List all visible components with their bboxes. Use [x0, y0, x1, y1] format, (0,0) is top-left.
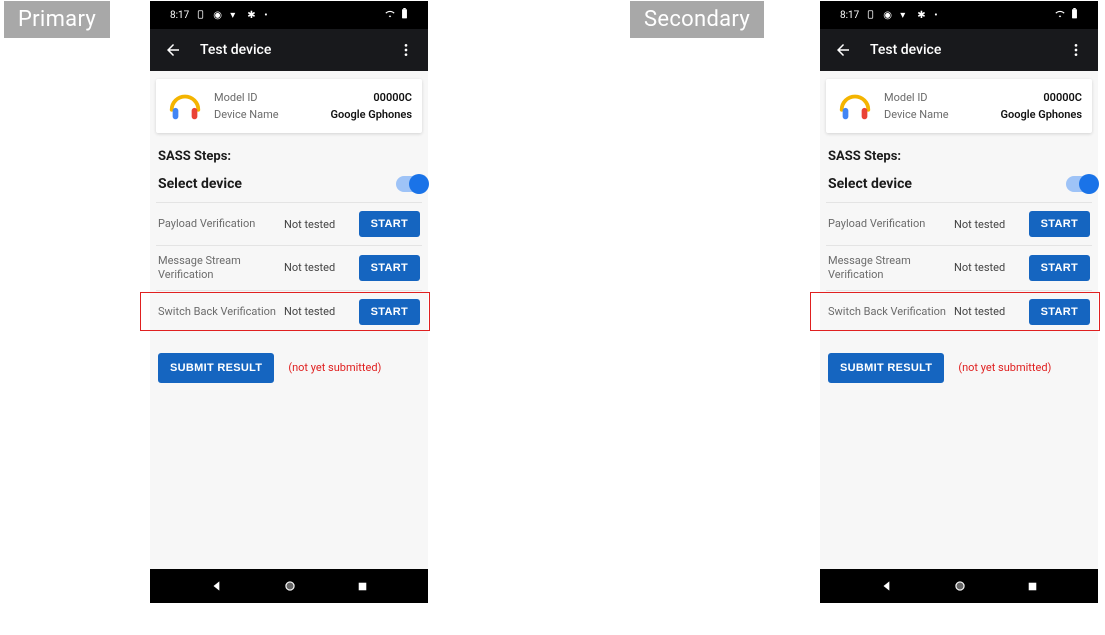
device-name-row: Device Name Google Gphones [214, 108, 412, 121]
secondary-label: Secondary [630, 1, 764, 38]
test-status: Not tested [954, 305, 1023, 318]
nav-recent-icon[interactable] [1026, 580, 1039, 593]
start-button[interactable]: START [1029, 255, 1090, 281]
device-name-label: Device Name [884, 108, 949, 121]
nav-recent-icon[interactable] [356, 580, 369, 593]
test-row-payload: Payload Verification Not tested START [826, 202, 1092, 245]
test-name: Payload Verification [828, 217, 948, 231]
device-card: Model ID 00000C Device Name Google Gphon… [156, 79, 422, 133]
back-icon[interactable] [834, 41, 852, 59]
status-time: 8:17 [840, 10, 859, 21]
test-status: Not tested [954, 218, 1023, 231]
test-status: Not tested [954, 261, 1023, 274]
more-icon[interactable] [398, 42, 414, 58]
model-id-label: Model ID [214, 91, 258, 104]
primary-label: Primary [4, 1, 110, 38]
test-status: Not tested [284, 261, 353, 274]
dot-icon: ◉ [883, 10, 893, 20]
signal-icon: ▾ [900, 10, 910, 20]
test-row-message-stream: Message Stream Verification Not tested S… [156, 245, 422, 290]
model-id-row: Model ID 00000C [884, 91, 1082, 104]
test-name: Message Stream Verification [828, 254, 948, 282]
test-status: Not tested [284, 218, 353, 231]
sass-heading: SASS Steps: [826, 149, 1092, 176]
device-name-value: Google Gphones [331, 108, 413, 121]
status-dot: • [264, 10, 267, 21]
nav-back-icon[interactable] [210, 579, 224, 593]
headphones-icon [166, 87, 204, 125]
status-bar: 8:17 ◉ ▾ ✱ • [150, 1, 428, 29]
app-bar-title: Test device [200, 42, 380, 58]
bt-icon [866, 10, 876, 20]
sass-heading: SASS Steps: [156, 149, 422, 176]
bt-icon [196, 10, 206, 20]
device-name-value: Google Gphones [1001, 108, 1083, 121]
wifi-icon [384, 9, 396, 22]
battery-icon [1071, 8, 1078, 22]
sass-section: SASS Steps: Select device Payload Verifi… [150, 133, 428, 383]
submit-result-button[interactable]: SUBMIT RESULT [158, 353, 274, 383]
nav-back-icon[interactable] [880, 579, 894, 593]
select-device-toggle[interactable] [396, 176, 426, 192]
start-button[interactable]: START [1029, 299, 1090, 325]
start-button[interactable]: START [1029, 211, 1090, 237]
submit-area: SUBMIT RESULT (not yet submitted) [156, 333, 422, 383]
model-id-value: 00000C [1043, 91, 1082, 104]
test-name: Payload Verification [158, 217, 278, 231]
model-id-value: 00000C [373, 91, 412, 104]
start-button[interactable]: START [359, 255, 420, 281]
submit-area: SUBMIT RESULT (not yet submitted) [826, 333, 1092, 383]
test-name: Message Stream Verification [158, 254, 278, 282]
more-icon[interactable] [1068, 42, 1084, 58]
headphones-icon [836, 87, 874, 125]
model-id-row: Model ID 00000C [214, 91, 412, 104]
gear-icon: ✱ [247, 10, 257, 20]
phone-secondary: 8:17 ◉ ▾ ✱ • Test device Model ID [820, 1, 1098, 603]
nav-home-icon[interactable] [283, 579, 297, 593]
nav-bar [150, 569, 428, 603]
test-row-switch-back: Switch Back Verification Not tested STAR… [156, 290, 422, 333]
test-name: Switch Back Verification [158, 305, 278, 319]
select-device-toggle[interactable] [1066, 176, 1096, 192]
app-bar: Test device [820, 29, 1098, 71]
select-device-label: Select device [828, 176, 912, 192]
wifi-icon [1054, 9, 1066, 22]
status-dot: • [934, 10, 937, 21]
status-time: 8:17 [170, 10, 189, 21]
dot-icon: ◉ [213, 10, 223, 20]
back-icon[interactable] [164, 41, 182, 59]
device-name-row: Device Name Google Gphones [884, 108, 1082, 121]
sass-section: SASS Steps: Select device Payload Verifi… [820, 133, 1098, 383]
test-row-switch-back: Switch Back Verification Not tested STAR… [826, 290, 1092, 333]
submit-note: (not yet submitted) [288, 361, 381, 374]
submit-result-button[interactable]: SUBMIT RESULT [828, 353, 944, 383]
signal-icon: ▾ [230, 10, 240, 20]
status-bar: 8:17 ◉ ▾ ✱ • [820, 1, 1098, 29]
select-device-row: Select device [826, 176, 1092, 202]
nav-home-icon[interactable] [953, 579, 967, 593]
test-row-payload: Payload Verification Not tested START [156, 202, 422, 245]
submit-note: (not yet submitted) [958, 361, 1051, 374]
nav-bar [820, 569, 1098, 603]
phone-primary: 8:17 ◉ ▾ ✱ • Test device Model ID [150, 1, 428, 603]
test-row-message-stream: Message Stream Verification Not tested S… [826, 245, 1092, 290]
app-bar: Test device [150, 29, 428, 71]
test-name: Switch Back Verification [828, 305, 948, 319]
device-card: Model ID 00000C Device Name Google Gphon… [826, 79, 1092, 133]
select-device-row: Select device [156, 176, 422, 202]
battery-icon [401, 8, 408, 22]
device-name-label: Device Name [214, 108, 279, 121]
start-button[interactable]: START [359, 299, 420, 325]
start-button[interactable]: START [359, 211, 420, 237]
gear-icon: ✱ [917, 10, 927, 20]
app-bar-title: Test device [870, 42, 1050, 58]
select-device-label: Select device [158, 176, 242, 192]
test-status: Not tested [284, 305, 353, 318]
model-id-label: Model ID [884, 91, 928, 104]
